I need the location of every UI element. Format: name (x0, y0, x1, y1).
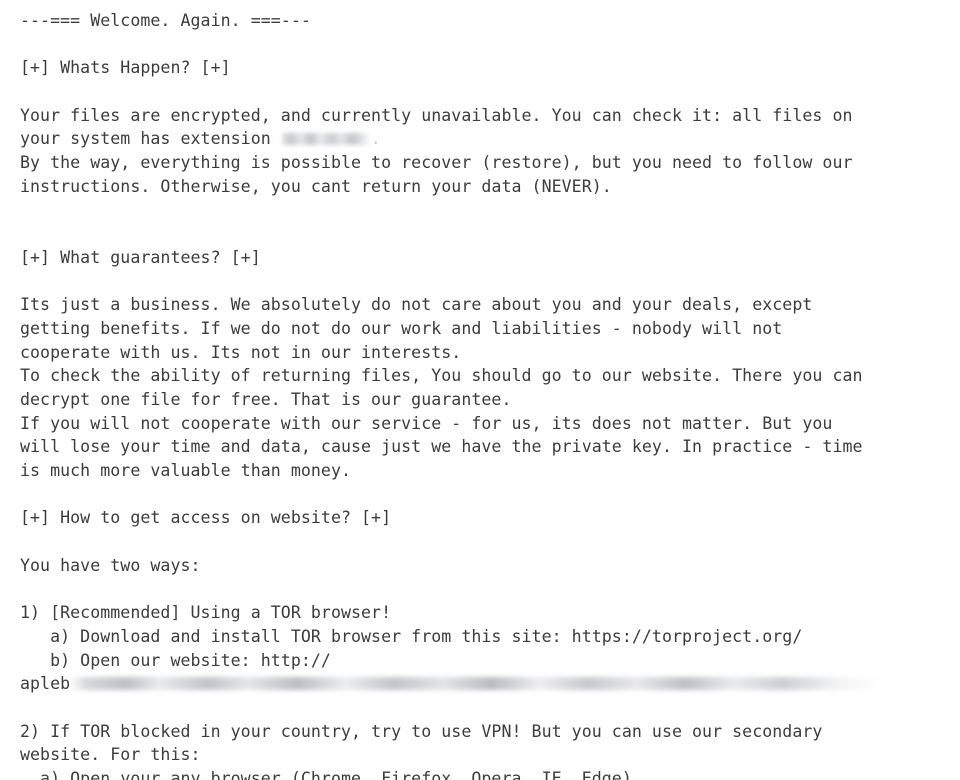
extension-sentence-suffix: . (370, 129, 381, 149)
guarantees-line-1: Its just a business. We absolutely do no… (20, 295, 813, 315)
way-1-step-a: a) Download and install TOR browser from… (20, 626, 803, 646)
file-extension-redacted (280, 133, 371, 146)
clipped-bottom-line: a) Open your any browser (Chrome, Firefo… (20, 769, 632, 780)
onion-address-prefix: apleb (20, 674, 71, 694)
guarantees-line-3: cooperate with us. Its not in our intere… (20, 342, 462, 362)
heading-what-guarantees: [+] What guarantees? [+] (20, 247, 261, 267)
extension-sentence-prefix: your system has extension (20, 129, 281, 149)
guarantees-line-6: If you will not cooperate with our servi… (20, 413, 833, 433)
guarantees-line-4: To check the ability of returning files,… (20, 366, 863, 386)
access-intro-line: You have two ways: (20, 555, 201, 575)
whats-happen-line-1: Your files are encrypted, and currently … (20, 105, 853, 125)
guarantees-line-2: getting benefits. If we do not do our wo… (20, 318, 783, 338)
way-1-heading: 1) [Recommended] Using a TOR browser! (20, 603, 392, 623)
whats-happen-line-2: your system has extension . (20, 127, 960, 151)
way-1-step-b: b) Open our website: http:// (20, 650, 331, 670)
guarantees-line-8: is much more valuable than money. (20, 461, 351, 481)
heading-how-to-get-access: [+] How to get access on website? [+] (20, 508, 392, 528)
heading-whats-happen: [+] Whats Happen? [+] (20, 58, 231, 78)
whats-happen-line-3: By the way, everything is possible to re… (20, 153, 853, 173)
guarantees-line-5: decrypt one file for free. That is our g… (20, 390, 512, 409)
guarantees-line-7: will lose your time and data, cause just… (20, 437, 863, 457)
onion-address-redacted (70, 677, 881, 691)
whats-happen-line-4: instructions. Otherwise, you cant return… (20, 176, 612, 196)
ransom-note-document: ---=== Welcome. Again. ===--- [+] Whats … (0, 0, 960, 780)
way-2-line-2: website. For this: (20, 745, 201, 765)
onion-address-line: apleb (20, 672, 960, 696)
way-2-line-1: 2) If TOR blocked in your country, try t… (20, 721, 823, 741)
welcome-banner: ---=== Welcome. Again. ===--- (20, 11, 311, 30)
